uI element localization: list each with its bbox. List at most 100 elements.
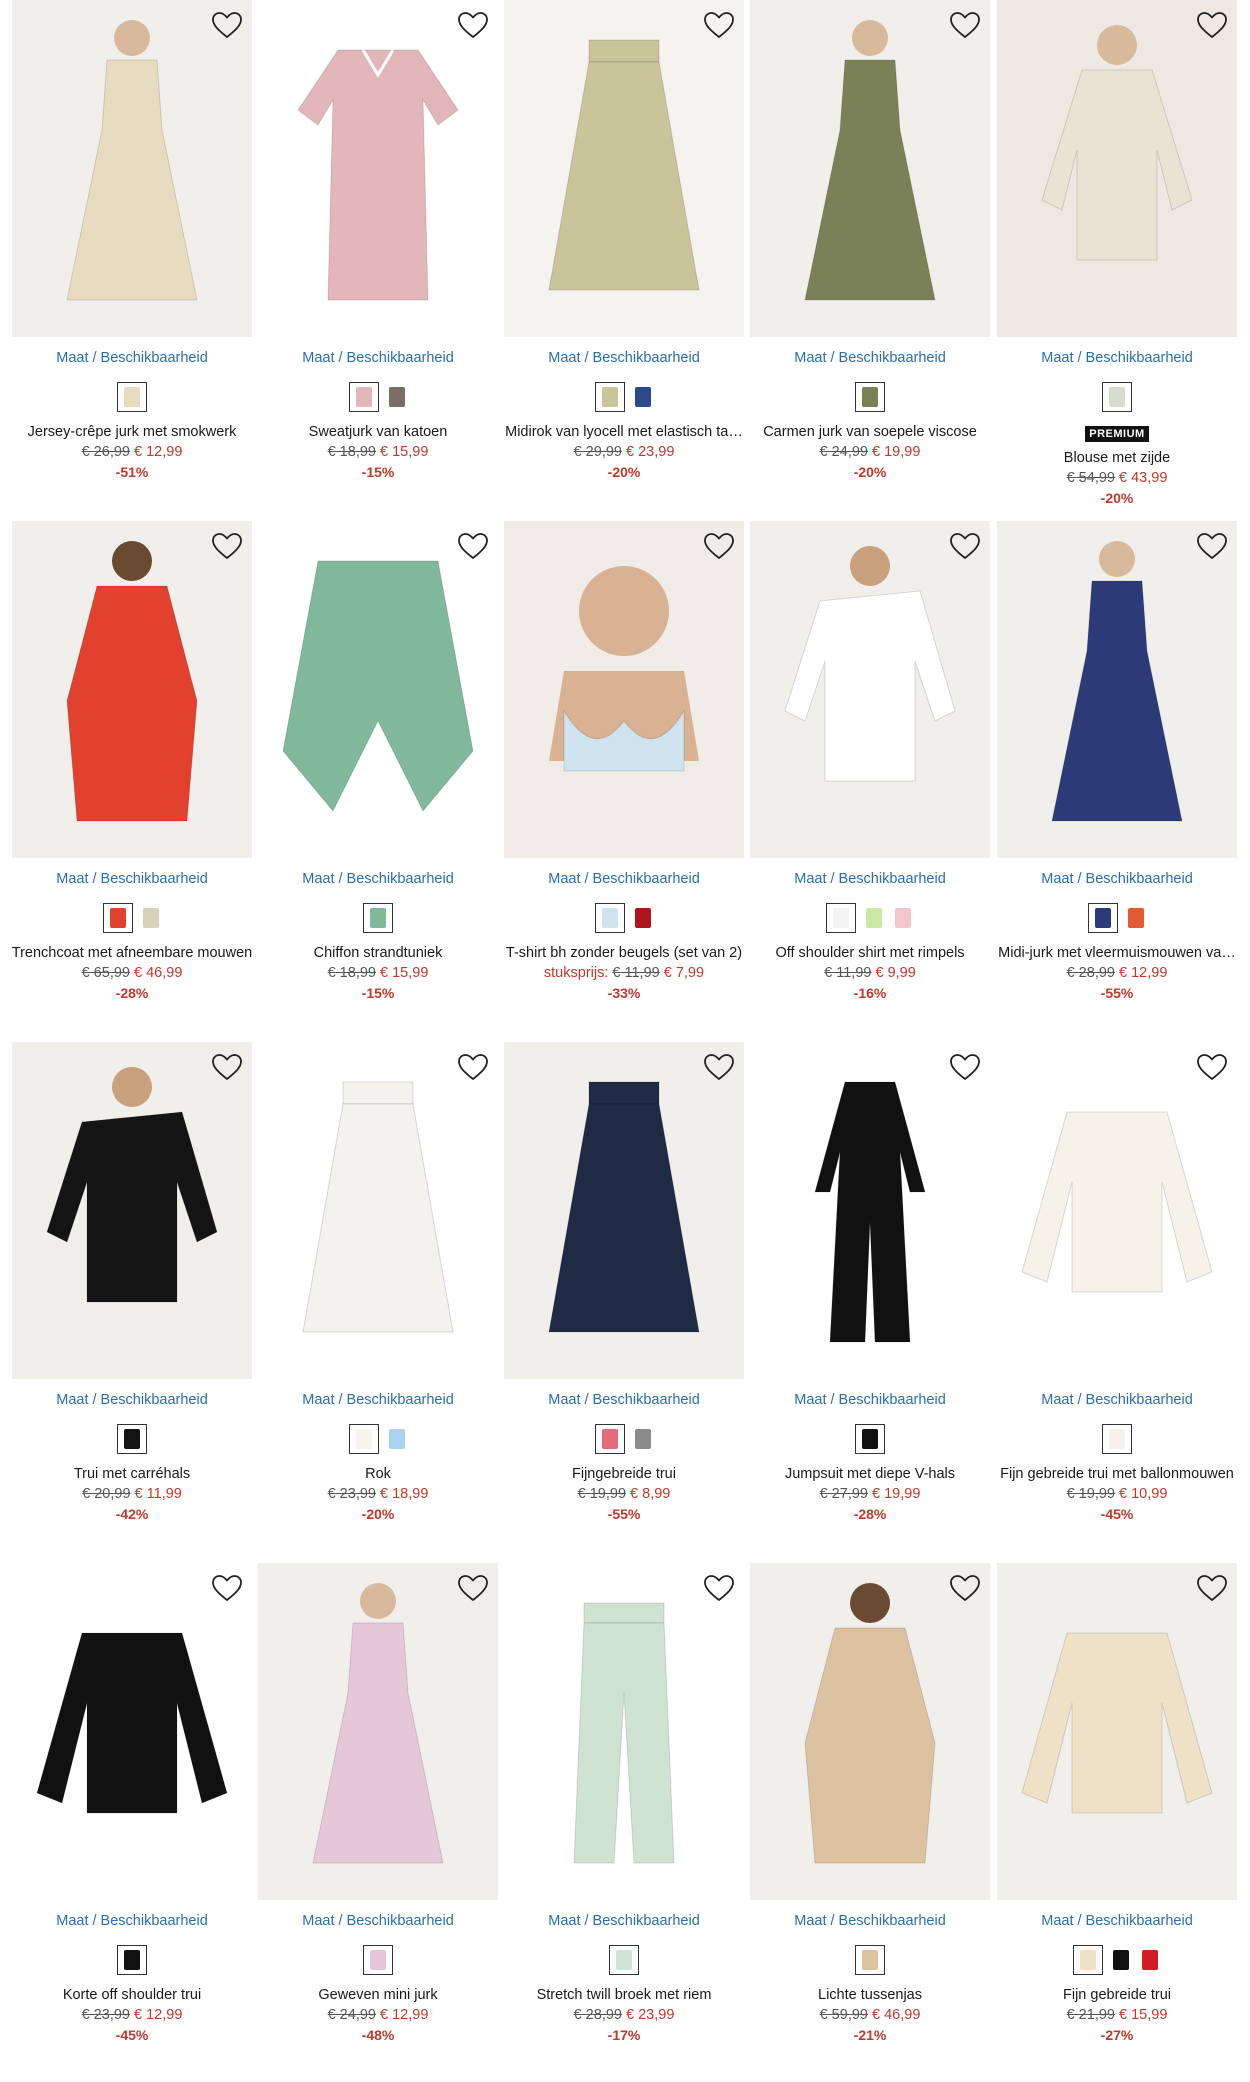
- product-image[interactable]: [750, 521, 990, 858]
- heart-icon[interactable]: [948, 531, 982, 561]
- product-card[interactable]: Maat / Beschikbaarheid PREMIUM Blouse me…: [997, 0, 1243, 510]
- color-swatch[interactable]: [863, 905, 885, 931]
- product-name[interactable]: Blouse met zijde: [991, 450, 1243, 466]
- product-name[interactable]: Fijn gebreide trui met ballonmouwen: [991, 1466, 1243, 1482]
- product-image[interactable]: [750, 1042, 990, 1379]
- heart-icon[interactable]: [210, 531, 244, 561]
- color-swatch[interactable]: [386, 1426, 408, 1452]
- product-image[interactable]: [504, 0, 744, 337]
- heart-icon[interactable]: [210, 10, 244, 40]
- heart-icon[interactable]: [1195, 10, 1229, 40]
- product-image[interactable]: [12, 1563, 252, 1900]
- size-availability-link[interactable]: Maat / Beschikbaarheid: [997, 1913, 1237, 1929]
- color-swatch[interactable]: [348, 1424, 379, 1454]
- product-name[interactable]: Korte off shoulder trui: [6, 1987, 258, 2003]
- heart-icon[interactable]: [210, 1573, 244, 1603]
- color-swatch[interactable]: [1110, 1947, 1132, 1973]
- product-name[interactable]: Jersey-crêpe jurk met smokwerk: [6, 424, 258, 440]
- product-card[interactable]: Maat / Beschikbaarheid Carmen jurk van s…: [750, 0, 996, 510]
- product-card[interactable]: Maat / Beschikbaarheid Midirok van lyoce…: [504, 0, 750, 510]
- color-swatch[interactable]: [594, 1424, 625, 1454]
- size-availability-link[interactable]: Maat / Beschikbaarheid: [750, 1913, 990, 1929]
- heart-icon[interactable]: [948, 1573, 982, 1603]
- product-name[interactable]: Trui met carréhals: [6, 1466, 258, 1482]
- color-swatch[interactable]: [117, 382, 147, 412]
- size-availability-link[interactable]: Maat / Beschikbaarheid: [997, 1392, 1237, 1408]
- size-availability-link[interactable]: Maat / Beschikbaarheid: [504, 871, 744, 887]
- size-availability-link[interactable]: Maat / Beschikbaarheid: [12, 871, 252, 887]
- heart-icon[interactable]: [456, 10, 490, 40]
- heart-icon[interactable]: [702, 10, 736, 40]
- product-card[interactable]: Maat / Beschikbaarheid Midi-jurk met vle…: [997, 521, 1243, 1031]
- product-card[interactable]: Maat / Beschikbaarheid Rok € 23,99 € 18,…: [258, 1042, 504, 1552]
- product-name[interactable]: Stretch twill broek met riem: [498, 1987, 750, 2003]
- size-availability-link[interactable]: Maat / Beschikbaarheid: [997, 871, 1237, 887]
- product-image[interactable]: [258, 521, 498, 858]
- product-image[interactable]: [997, 1563, 1237, 1900]
- product-card[interactable]: Maat / Beschikbaarheid Jumpsuit met diep…: [750, 1042, 996, 1552]
- color-swatch[interactable]: [1139, 1947, 1161, 1973]
- product-image[interactable]: [750, 1563, 990, 1900]
- product-name[interactable]: Sweatjurk van katoen: [252, 424, 504, 440]
- product-name[interactable]: Fijngebreide trui: [498, 1466, 750, 1482]
- product-card[interactable]: Maat / Beschikbaarheid Chiffon strandtun…: [258, 521, 504, 1031]
- size-availability-link[interactable]: Maat / Beschikbaarheid: [750, 1392, 990, 1408]
- product-image[interactable]: [504, 1042, 744, 1379]
- color-swatch[interactable]: [348, 382, 379, 412]
- product-card[interactable]: Maat / Beschikbaarheid Off shoulder shir…: [750, 521, 996, 1031]
- product-name[interactable]: Lichte tussenjas: [744, 1987, 996, 2003]
- color-swatch[interactable]: [892, 905, 914, 931]
- product-name[interactable]: T-shirt bh zonder beugels (set van 2): [498, 945, 750, 961]
- size-availability-link[interactable]: Maat / Beschikbaarheid: [258, 871, 498, 887]
- color-swatch[interactable]: [1102, 382, 1132, 412]
- color-swatch[interactable]: [363, 1945, 393, 1975]
- color-swatch[interactable]: [1087, 903, 1118, 933]
- color-swatch[interactable]: [363, 903, 393, 933]
- product-card[interactable]: Maat / Beschikbaarheid T-shirt bh zonder…: [504, 521, 750, 1031]
- color-swatch[interactable]: [117, 1945, 147, 1975]
- product-card[interactable]: Maat / Beschikbaarheid Stretch twill bro…: [504, 1563, 750, 2073]
- size-availability-link[interactable]: Maat / Beschikbaarheid: [504, 350, 744, 366]
- heart-icon[interactable]: [1195, 531, 1229, 561]
- product-card[interactable]: Maat / Beschikbaarheid Geweven mini jurk…: [258, 1563, 504, 2073]
- size-availability-link[interactable]: Maat / Beschikbaarheid: [12, 1392, 252, 1408]
- color-swatch[interactable]: [609, 1945, 639, 1975]
- product-image[interactable]: [504, 521, 744, 858]
- product-name[interactable]: Rok: [252, 1466, 504, 1482]
- size-availability-link[interactable]: Maat / Beschikbaarheid: [258, 350, 498, 366]
- product-image[interactable]: [258, 1563, 498, 1900]
- product-image[interactable]: [997, 521, 1237, 858]
- product-name[interactable]: Chiffon strandtuniek: [252, 945, 504, 961]
- product-image[interactable]: [997, 0, 1237, 337]
- heart-icon[interactable]: [702, 1573, 736, 1603]
- size-availability-link[interactable]: Maat / Beschikbaarheid: [750, 871, 990, 887]
- product-name[interactable]: Midirok van lyocell met elastisch ta…: [498, 424, 750, 440]
- product-image[interactable]: [504, 1563, 744, 1900]
- color-swatch[interactable]: [855, 1945, 885, 1975]
- product-card[interactable]: Maat / Beschikbaarheid Fijn gebreide tru…: [997, 1563, 1243, 2073]
- heart-icon[interactable]: [456, 1573, 490, 1603]
- product-card[interactable]: Maat / Beschikbaarheid Fijngebreide trui…: [504, 1042, 750, 1552]
- product-card[interactable]: Maat / Beschikbaarheid Sweatjurk van kat…: [258, 0, 504, 510]
- color-swatch[interactable]: [386, 384, 408, 410]
- heart-icon[interactable]: [702, 531, 736, 561]
- color-swatch[interactable]: [594, 382, 625, 412]
- heart-icon[interactable]: [210, 1052, 244, 1082]
- color-swatch[interactable]: [140, 905, 162, 931]
- color-swatch[interactable]: [1102, 1424, 1132, 1454]
- size-availability-link[interactable]: Maat / Beschikbaarheid: [258, 1392, 498, 1408]
- size-availability-link[interactable]: Maat / Beschikbaarheid: [12, 350, 252, 366]
- product-card[interactable]: Maat / Beschikbaarheid Lichte tussenjas …: [750, 1563, 996, 2073]
- color-swatch[interactable]: [632, 1426, 654, 1452]
- color-swatch[interactable]: [632, 384, 654, 410]
- heart-icon[interactable]: [456, 531, 490, 561]
- product-image[interactable]: [258, 0, 498, 337]
- size-availability-link[interactable]: Maat / Beschikbaarheid: [504, 1392, 744, 1408]
- product-card[interactable]: Maat / Beschikbaarheid Korte off shoulde…: [12, 1563, 258, 2073]
- product-image[interactable]: [12, 521, 252, 858]
- size-availability-link[interactable]: Maat / Beschikbaarheid: [997, 350, 1237, 366]
- color-swatch[interactable]: [102, 903, 133, 933]
- color-swatch[interactable]: [632, 905, 654, 931]
- color-swatch[interactable]: [1125, 905, 1147, 931]
- product-image[interactable]: [750, 0, 990, 337]
